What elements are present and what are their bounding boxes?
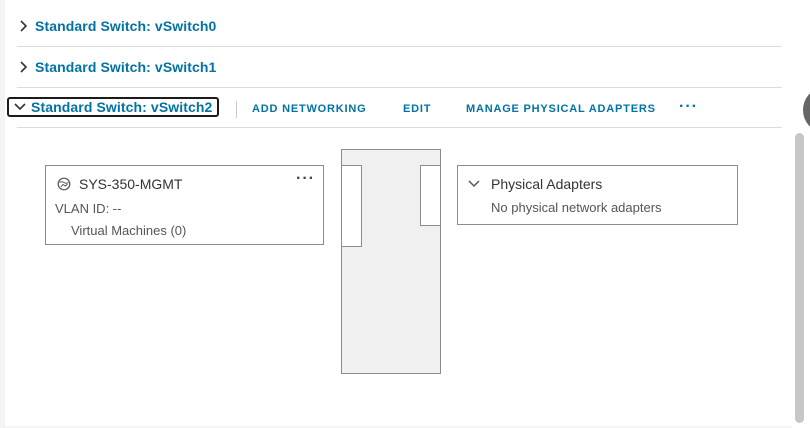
switch-title-vswitch1[interactable]: Standard Switch: vSwitch1 bbox=[35, 59, 216, 75]
switch-row-vswitch0[interactable]: Standard Switch: vSwitch0 bbox=[17, 5, 782, 47]
port-group-vms: Virtual Machines (0) bbox=[71, 223, 187, 238]
switch-port-right bbox=[420, 165, 441, 226]
physical-adapters-card: Physical Adapters No physical network ad… bbox=[457, 165, 738, 225]
switch-row-vswitch1[interactable]: Standard Switch: vSwitch1 bbox=[17, 46, 782, 88]
scrollbar-thumb[interactable] bbox=[795, 133, 804, 423]
chevron-right-icon[interactable] bbox=[17, 19, 31, 33]
switch-port-left bbox=[341, 165, 362, 247]
chevron-down-icon[interactable] bbox=[13, 100, 27, 114]
physical-adapters-empty: No physical network adapters bbox=[491, 200, 662, 215]
port-group-name[interactable]: SYS-350-MGMT bbox=[79, 176, 182, 192]
chevron-right-icon[interactable] bbox=[17, 60, 31, 74]
more-actions-button[interactable]: ··· bbox=[679, 99, 698, 118]
port-group-card[interactable]: SYS-350-MGMT ··· VLAN ID: -- Virtual Mac… bbox=[45, 165, 324, 245]
manage-physical-adapters-button[interactable]: MANAGE PHYSICAL ADAPTERS bbox=[466, 101, 656, 118]
toolbar-divider bbox=[236, 101, 237, 118]
chevron-down-icon[interactable] bbox=[468, 177, 482, 191]
switch-title-vswitch0[interactable]: Standard Switch: vSwitch0 bbox=[35, 18, 216, 34]
add-networking-button[interactable]: ADD NETWORKING bbox=[252, 101, 366, 118]
divider bbox=[17, 127, 782, 128]
edit-button[interactable]: EDIT bbox=[403, 101, 431, 118]
switch-row-vswitch2[interactable]: Standard Switch: vSwitch2 bbox=[7, 97, 219, 117]
port-group-vlan: VLAN ID: -- bbox=[55, 201, 122, 216]
physical-adapters-title[interactable]: Physical Adapters bbox=[491, 176, 602, 192]
port-group-more-button[interactable]: ··· bbox=[296, 171, 315, 187]
networking-panel: Standard Switch: vSwitch0 Standard Switc… bbox=[5, 0, 792, 426]
switch-title-vswitch2[interactable]: Standard Switch: vSwitch2 bbox=[31, 99, 212, 115]
port-group-globe-icon bbox=[57, 177, 71, 191]
